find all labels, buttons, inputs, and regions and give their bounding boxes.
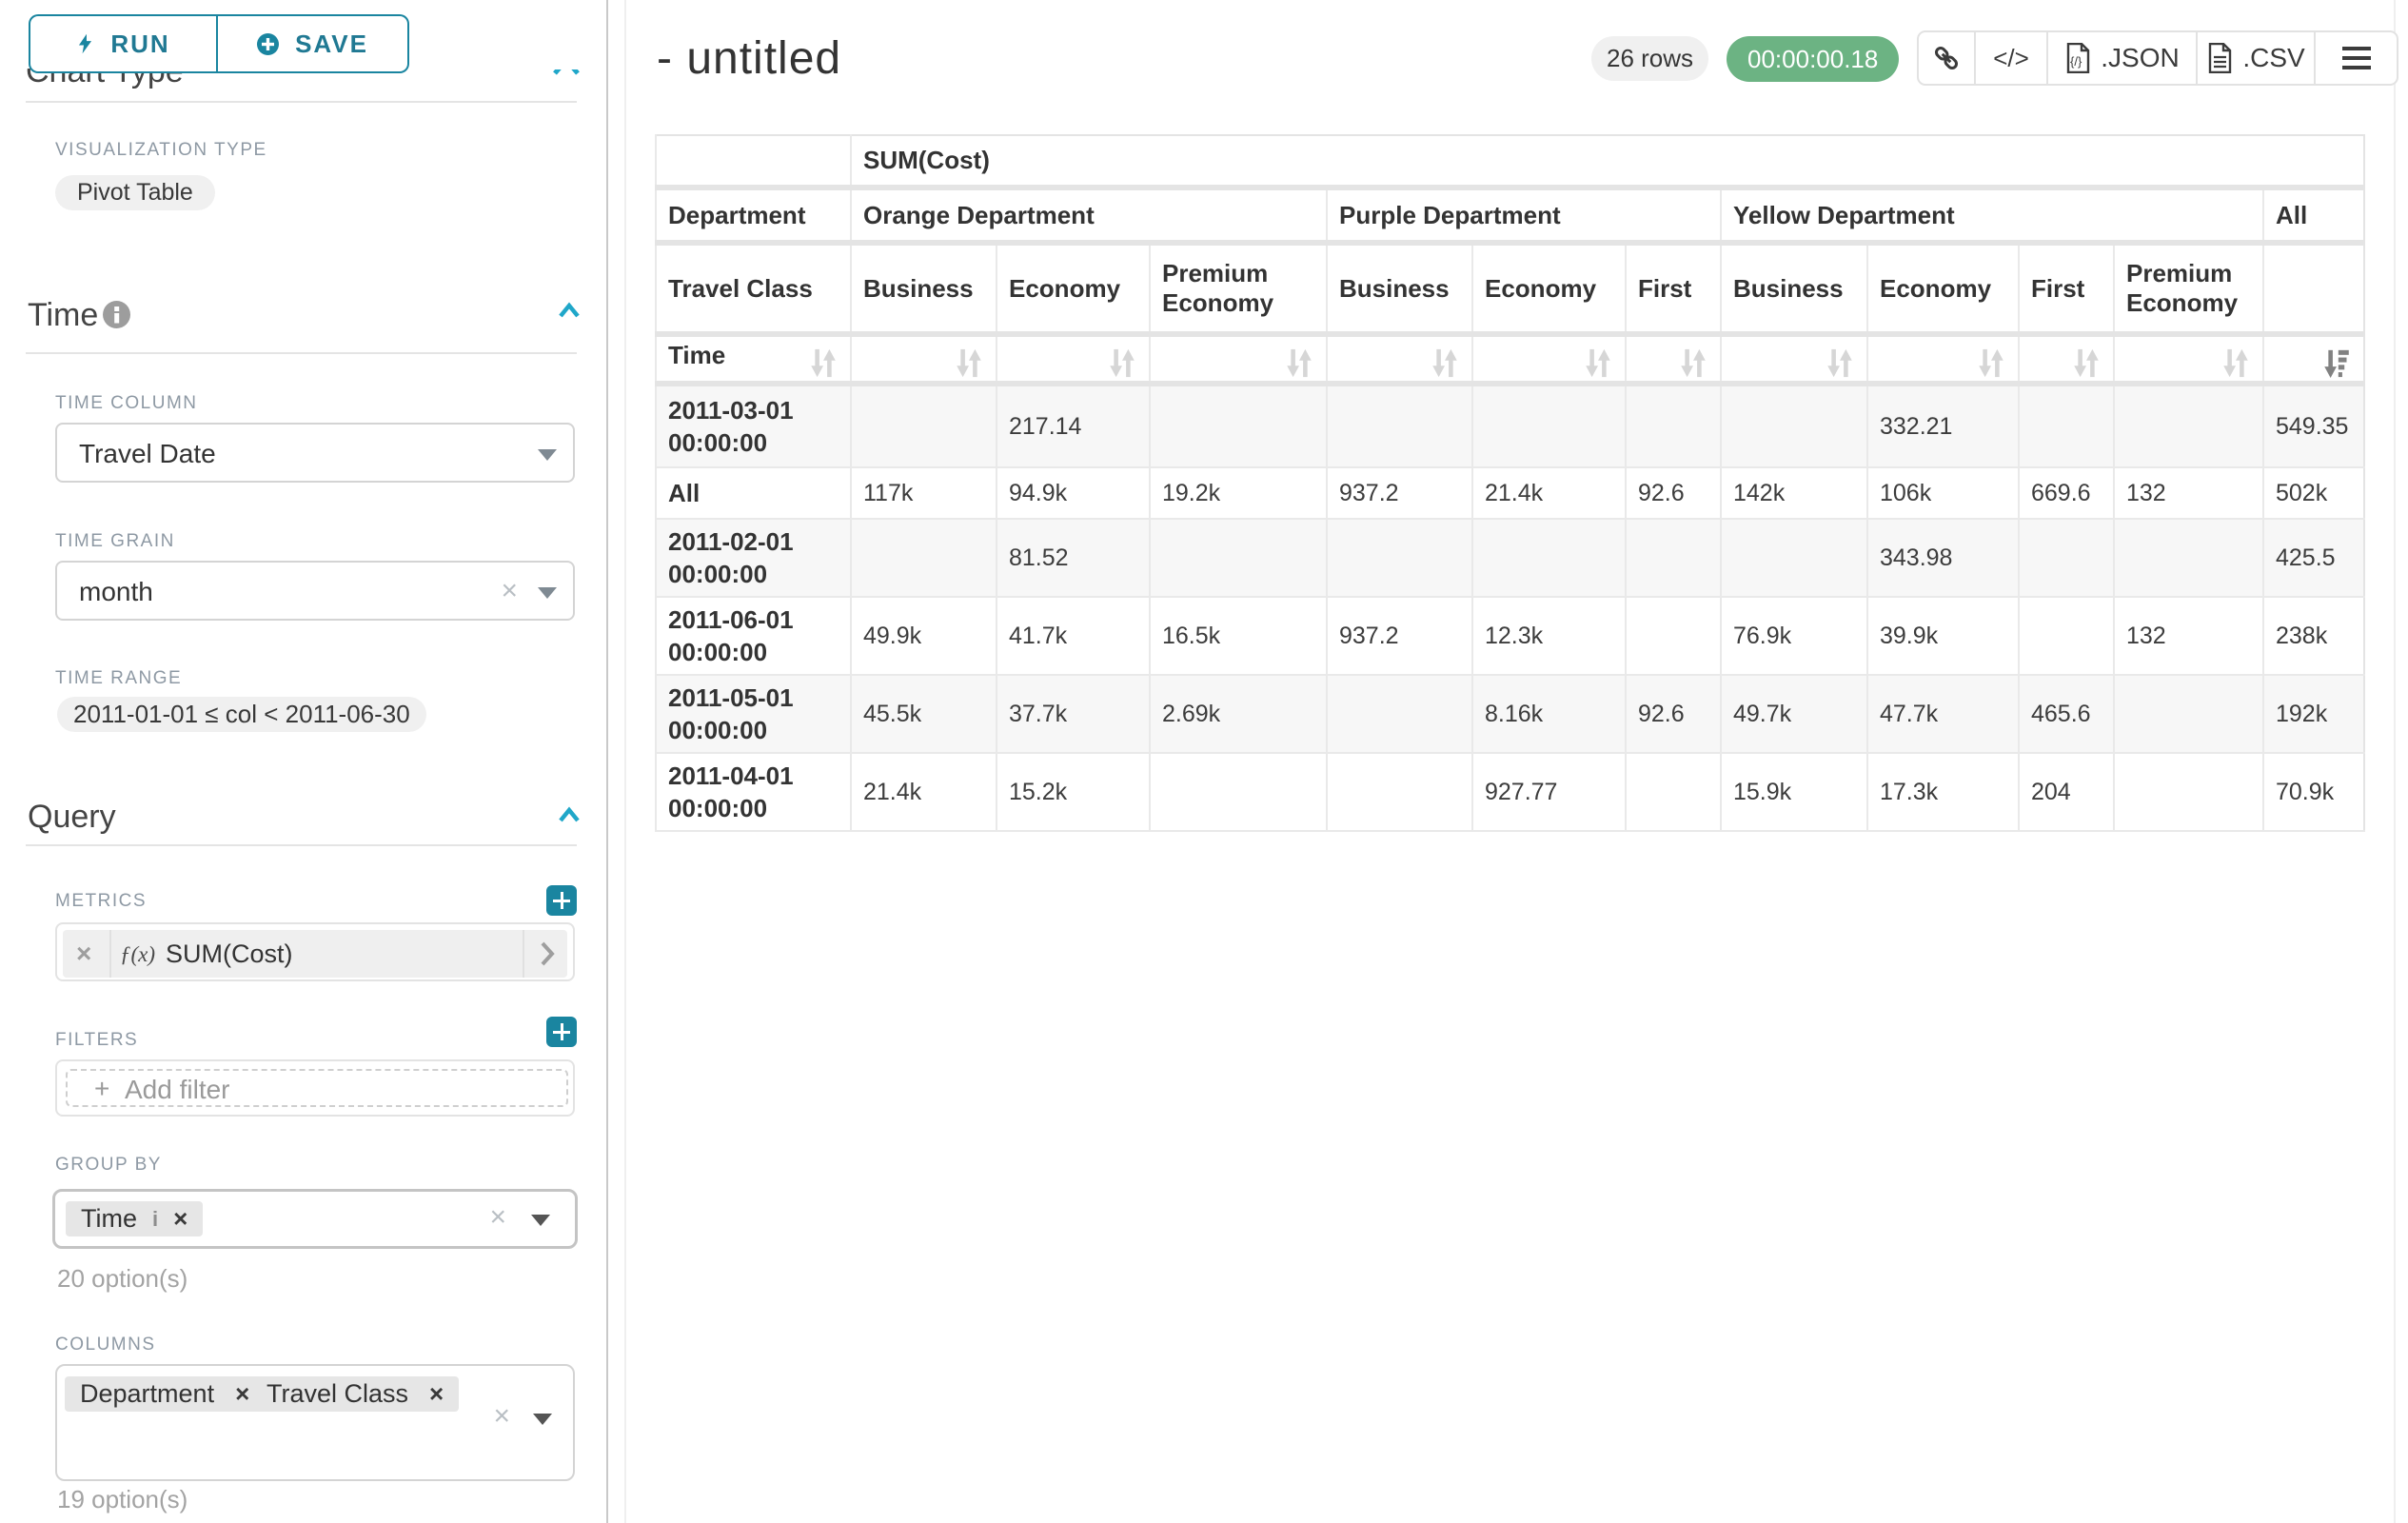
svg-text:{/}: {/} (2070, 54, 2082, 69)
